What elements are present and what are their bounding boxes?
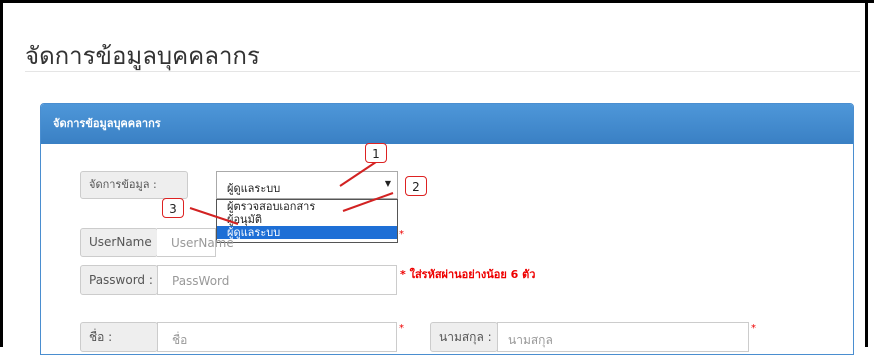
arrow-1 <box>339 161 377 187</box>
annotation-arrows <box>189 161 394 225</box>
callout-3: 3 <box>162 198 184 218</box>
callout-2: 2 <box>405 176 427 196</box>
arrow-3 <box>189 207 239 225</box>
arrow-2 <box>342 192 394 212</box>
callout-1: 1 <box>365 143 387 163</box>
